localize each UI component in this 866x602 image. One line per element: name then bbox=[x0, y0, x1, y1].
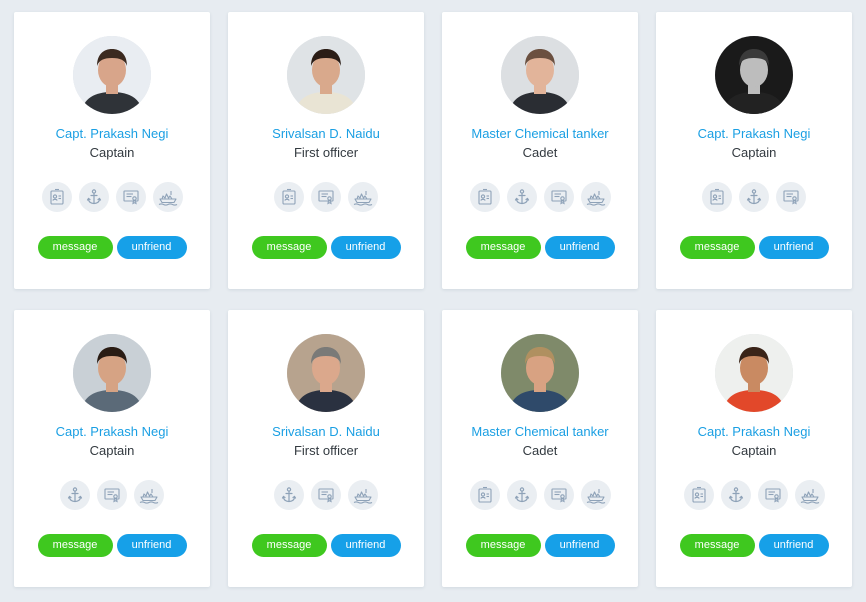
certificate-icon[interactable] bbox=[757, 480, 788, 510]
ship-icon[interactable] bbox=[348, 182, 378, 212]
friend-role: Cadet bbox=[522, 145, 558, 160]
ship-icon[interactable] bbox=[348, 480, 378, 510]
friend-card: Srivalsan D. Naidu First officer message un… bbox=[228, 310, 424, 587]
unfriend-button[interactable]: unfriend bbox=[544, 534, 615, 557]
ship-icon[interactable] bbox=[794, 480, 825, 510]
anchor-icon[interactable] bbox=[739, 182, 769, 212]
certificate-icon[interactable] bbox=[543, 182, 574, 212]
friend-card: Capt. Prakash Negi Captain message unfriend bbox=[656, 310, 852, 587]
friend-role: First officer bbox=[293, 145, 359, 160]
avatar[interactable] bbox=[715, 334, 793, 412]
message-button[interactable]: message bbox=[251, 534, 327, 557]
avatar[interactable] bbox=[501, 36, 579, 114]
avatar[interactable] bbox=[715, 36, 793, 114]
anchor-icon[interactable] bbox=[506, 480, 537, 510]
id-card-icon[interactable] bbox=[469, 480, 500, 510]
avatar[interactable] bbox=[287, 36, 365, 114]
anchor-icon[interactable] bbox=[78, 182, 109, 212]
friend-name-link[interactable]: Capt. Prakash Negi bbox=[14, 126, 210, 141]
friend-name-link[interactable]: Capt. Prakash Negi bbox=[14, 424, 210, 439]
friend-card: Master Chemical tanker Cadet message unfrie… bbox=[442, 310, 638, 587]
credential-icons bbox=[228, 182, 424, 212]
credential-icons bbox=[656, 480, 852, 510]
friend-card: Capt. Prakash Negi Captain message unfriend bbox=[14, 310, 210, 587]
friend-name-link[interactable]: Srivalsan D. Naidu bbox=[228, 424, 424, 439]
friend-card: Srivalsan D. Naidu First officer message un… bbox=[228, 12, 424, 289]
unfriend-button[interactable]: unfriend bbox=[116, 236, 187, 259]
friends-grid: Capt. Prakash Negi Captain message unfriend… bbox=[0, 0, 866, 602]
card-actions: message unfriend bbox=[228, 236, 424, 259]
message-button[interactable]: message bbox=[679, 534, 755, 557]
avatar[interactable] bbox=[501, 334, 579, 412]
message-button[interactable]: message bbox=[37, 534, 113, 557]
ship-icon[interactable] bbox=[580, 480, 611, 510]
anchor-icon[interactable] bbox=[274, 480, 304, 510]
id-card-icon[interactable] bbox=[41, 182, 72, 212]
id-card-icon[interactable] bbox=[274, 182, 304, 212]
id-card-icon[interactable] bbox=[683, 480, 714, 510]
credential-icons bbox=[14, 480, 210, 510]
ship-icon[interactable] bbox=[580, 182, 611, 212]
friend-card: Master Chemical tanker Cadet message unfrie… bbox=[442, 12, 638, 289]
friend-role: Captain bbox=[731, 443, 777, 458]
anchor-icon[interactable] bbox=[60, 480, 90, 510]
unfriend-button[interactable]: unfriend bbox=[330, 236, 401, 259]
avatar[interactable] bbox=[73, 334, 151, 412]
avatar[interactable] bbox=[287, 334, 365, 412]
friend-name-link[interactable]: Capt. Prakash Negi bbox=[656, 126, 852, 141]
message-button[interactable]: message bbox=[679, 236, 755, 259]
card-actions: message unfriend bbox=[656, 534, 852, 557]
friend-name-link[interactable]: Master Chemical tanker bbox=[442, 424, 638, 439]
friend-name-link[interactable]: Capt. Prakash Negi bbox=[656, 424, 852, 439]
unfriend-button[interactable]: unfriend bbox=[544, 236, 615, 259]
ship-icon[interactable] bbox=[134, 480, 164, 510]
friend-name-link[interactable]: Master Chemical tanker bbox=[442, 126, 638, 141]
certificate-icon[interactable] bbox=[311, 480, 341, 510]
anchor-icon[interactable] bbox=[506, 182, 537, 212]
unfriend-button[interactable]: unfriend bbox=[758, 534, 829, 557]
certificate-icon[interactable] bbox=[115, 182, 146, 212]
message-button[interactable]: message bbox=[251, 236, 327, 259]
friend-role: Captain bbox=[731, 145, 777, 160]
card-actions: message unfriend bbox=[228, 534, 424, 557]
friend-role: First officer bbox=[293, 443, 359, 458]
certificate-icon[interactable] bbox=[543, 480, 574, 510]
unfriend-button[interactable]: unfriend bbox=[330, 534, 401, 557]
credential-icons bbox=[656, 182, 852, 212]
certificate-icon[interactable] bbox=[311, 182, 341, 212]
card-actions: message unfriend bbox=[656, 236, 852, 259]
message-button[interactable]: message bbox=[465, 534, 541, 557]
unfriend-button[interactable]: unfriend bbox=[116, 534, 187, 557]
friend-role: Captain bbox=[89, 145, 135, 160]
ship-icon[interactable] bbox=[152, 182, 183, 212]
id-card-icon[interactable] bbox=[469, 182, 500, 212]
credential-icons bbox=[14, 182, 210, 212]
friend-role: Cadet bbox=[522, 443, 558, 458]
credential-icons bbox=[442, 182, 638, 212]
card-actions: message unfriend bbox=[14, 534, 210, 557]
certificate-icon[interactable] bbox=[97, 480, 127, 510]
anchor-icon[interactable] bbox=[720, 480, 751, 510]
credential-icons bbox=[442, 480, 638, 510]
friend-card: Capt. Prakash Negi Captain message unfriend bbox=[656, 12, 852, 289]
credential-icons bbox=[228, 480, 424, 510]
message-button[interactable]: message bbox=[465, 236, 541, 259]
id-card-icon[interactable] bbox=[702, 182, 732, 212]
unfriend-button[interactable]: unfriend bbox=[758, 236, 829, 259]
certificate-icon[interactable] bbox=[776, 182, 806, 212]
card-actions: message unfriend bbox=[14, 236, 210, 259]
avatar[interactable] bbox=[73, 36, 151, 114]
card-actions: message unfriend bbox=[442, 236, 638, 259]
card-actions: message unfriend bbox=[442, 534, 638, 557]
friend-role: Captain bbox=[89, 443, 135, 458]
friend-card: Capt. Prakash Negi Captain message unfriend bbox=[14, 12, 210, 289]
friend-name-link[interactable]: Srivalsan D. Naidu bbox=[228, 126, 424, 141]
message-button[interactable]: message bbox=[37, 236, 113, 259]
